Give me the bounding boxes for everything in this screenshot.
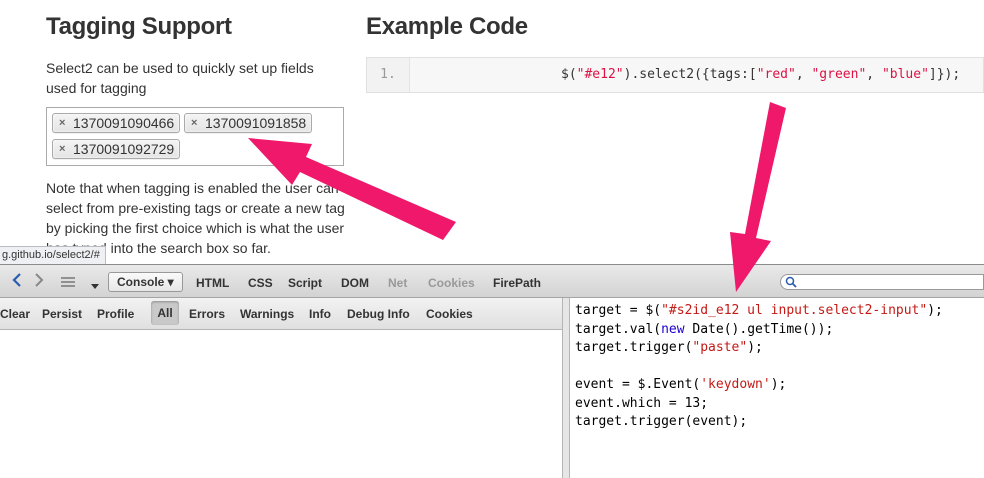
annotation-arrow-right — [730, 102, 786, 292]
annotation-arrow-left — [248, 138, 456, 240]
annotation-arrows — [248, 102, 786, 292]
